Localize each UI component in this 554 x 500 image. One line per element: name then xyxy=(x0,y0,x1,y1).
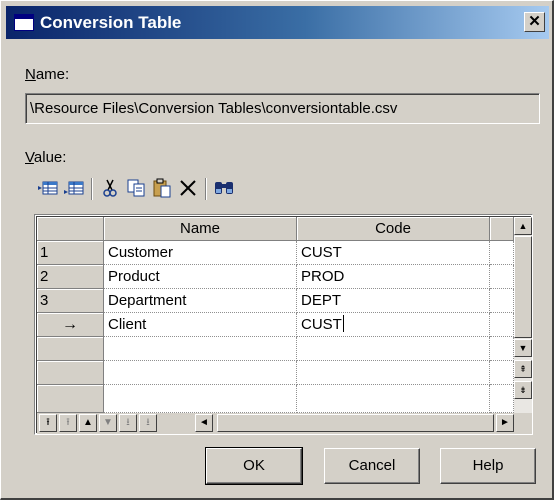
row-header[interactable]: 3 xyxy=(37,289,104,313)
grid-navigation-bar: ⭱ ⭱ ▲ ▼ ⭳ ⭳ ◄ ► xyxy=(37,413,532,434)
scroll-page-bottom-button[interactable]: ⇟ xyxy=(514,381,532,399)
window-icon xyxy=(14,14,34,31)
value-label: Value: xyxy=(25,149,66,166)
move-row-up-button[interactable]: ▲ xyxy=(79,414,97,432)
cell-name[interactable]: Customer xyxy=(104,241,297,265)
row-header[interactable]: 2 xyxy=(37,265,104,289)
conversion-table-dialog: Conversion Table ✕ Name: \Resource Files… xyxy=(0,0,554,500)
cell-empty[interactable] xyxy=(104,337,297,361)
cell-filler xyxy=(490,241,514,265)
cell-filler xyxy=(490,385,514,413)
help-button[interactable]: Help xyxy=(440,448,536,484)
window-title: Conversion Table xyxy=(40,13,182,32)
paste-icon[interactable] xyxy=(151,177,173,199)
move-row-bottom-button[interactable]: ⭳ xyxy=(139,414,157,432)
cell-filler xyxy=(490,265,514,289)
row-header-empty[interactable] xyxy=(37,337,104,361)
current-row-indicator[interactable]: → xyxy=(37,313,104,337)
cell-empty[interactable] xyxy=(104,361,297,385)
grid-body: Name Code 1 Customer CUST 2 Product PROD… xyxy=(36,216,532,434)
vertical-scrollbar[interactable]: ▲ ▼ ⇞ ⇟ xyxy=(514,217,532,413)
name-label-text: ame: xyxy=(35,66,70,83)
cell-name[interactable]: Client xyxy=(104,313,297,337)
delete-icon[interactable] xyxy=(177,177,199,199)
scroll-up-button[interactable]: ▲ xyxy=(514,217,532,235)
cancel-button[interactable]: Cancel xyxy=(324,448,420,484)
title-bar[interactable]: Conversion Table ✕ xyxy=(6,6,549,39)
cell-filler xyxy=(490,313,514,337)
find-icon[interactable] xyxy=(213,177,235,199)
cell-code-editing[interactable]: CUST xyxy=(297,313,490,337)
scroll-page-top-button[interactable]: ⇞ xyxy=(514,360,532,378)
row-header-empty[interactable] xyxy=(37,361,104,385)
cell-code[interactable]: DEPT xyxy=(297,289,490,313)
cut-icon[interactable] xyxy=(99,177,121,199)
column-header-name[interactable]: Name xyxy=(104,217,297,241)
cell-code[interactable]: CUST xyxy=(297,241,490,265)
insert-row-icon[interactable] xyxy=(37,177,59,199)
move-row-page-down-button[interactable]: ⭳ xyxy=(119,414,137,432)
grid-corner-header[interactable] xyxy=(37,217,104,241)
scroll-right-button[interactable]: ► xyxy=(496,414,514,432)
text-caret xyxy=(342,315,344,332)
name-field[interactable]: \Resource Files\Conversion Tables\conver… xyxy=(25,93,540,124)
cell-filler xyxy=(490,289,514,313)
cell-filler xyxy=(490,337,514,361)
cell-empty[interactable] xyxy=(297,361,490,385)
cell-empty[interactable] xyxy=(104,385,297,413)
value-label-text: alue: xyxy=(33,149,67,166)
horizontal-scrollbar[interactable] xyxy=(217,414,494,432)
add-row-icon[interactable] xyxy=(63,177,85,199)
cell-name[interactable]: Department xyxy=(104,289,297,313)
ok-button[interactable]: OK xyxy=(205,447,303,485)
name-label-mnemonic: N xyxy=(25,66,36,83)
cell-filler xyxy=(490,361,514,385)
scroll-left-button[interactable]: ◄ xyxy=(195,414,213,432)
cell-empty[interactable] xyxy=(297,385,490,413)
move-row-down-button[interactable]: ▼ xyxy=(99,414,117,432)
cell-code-text: CUST xyxy=(301,316,342,333)
conversion-grid: Name Code 1 Customer CUST 2 Product PROD… xyxy=(34,214,533,435)
value-label-mnemonic: V xyxy=(25,149,34,166)
copy-icon[interactable] xyxy=(125,177,147,199)
cell-empty[interactable] xyxy=(297,337,490,361)
close-button[interactable]: ✕ xyxy=(524,12,545,32)
name-label: Name: xyxy=(25,66,69,83)
row-header-empty[interactable] xyxy=(37,385,104,413)
toolbar-separator xyxy=(91,178,93,200)
cell-code[interactable]: PROD xyxy=(297,265,490,289)
column-header-filler xyxy=(490,217,514,241)
move-row-page-up-button[interactable]: ⭱ xyxy=(59,414,77,432)
move-row-top-button[interactable]: ⭱ xyxy=(39,414,57,432)
scroll-down-button[interactable]: ▼ xyxy=(514,339,532,357)
toolbar-separator xyxy=(205,178,207,200)
cell-name[interactable]: Product xyxy=(104,265,297,289)
scroll-thumb[interactable] xyxy=(514,236,532,338)
column-header-code[interactable]: Code xyxy=(297,217,490,241)
row-header[interactable]: 1 xyxy=(37,241,104,265)
